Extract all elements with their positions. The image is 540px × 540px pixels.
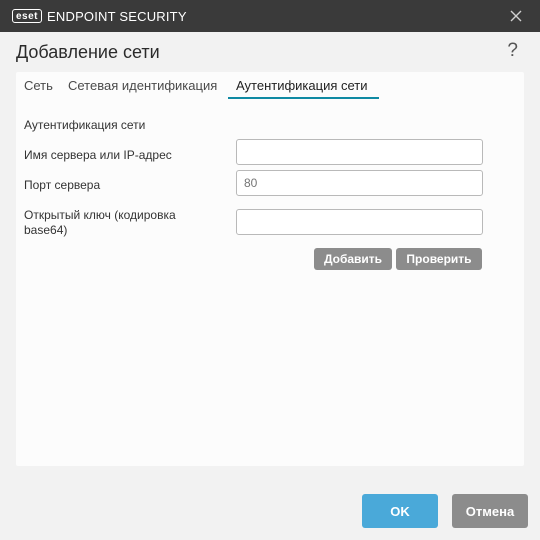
dialog-title: Добавление сети	[16, 42, 160, 62]
ok-button[interactable]: OK	[362, 494, 438, 528]
server-port-label: Порт сервера	[24, 178, 101, 192]
public-key-input[interactable]	[236, 209, 483, 235]
help-icon[interactable]: ?	[507, 40, 518, 62]
content-panel: Сеть Сетевая идентификация Аутентификаци…	[16, 72, 524, 466]
server-name-label: Имя сервера или IP-адрес	[24, 148, 172, 162]
eset-logo: eset ENDPOINT SECURITY	[12, 8, 187, 24]
title-bar: eset ENDPOINT SECURITY	[0, 0, 540, 32]
active-tab-indicator	[228, 97, 379, 99]
close-icon	[510, 10, 522, 22]
check-button[interactable]: Проверить	[396, 248, 482, 270]
public-key-label-line2: base64)	[24, 223, 68, 237]
logo-badge: eset	[12, 9, 43, 23]
tab-network[interactable]: Сеть	[24, 78, 53, 93]
add-button[interactable]: Добавить	[314, 248, 392, 270]
cancel-button[interactable]: Отмена	[452, 494, 528, 528]
public-key-label: Открытый ключ (кодировка base64)	[24, 208, 176, 238]
close-button[interactable]	[506, 6, 526, 26]
tab-network-identification[interactable]: Сетевая идентификация	[68, 78, 217, 93]
public-key-label-line1: Открытый ключ (кодировка	[24, 208, 176, 222]
app-name: ENDPOINT SECURITY	[47, 8, 187, 24]
server-name-input[interactable]	[236, 139, 483, 165]
server-port-input[interactable]	[236, 170, 483, 196]
section-heading: Аутентификация сети	[24, 118, 146, 132]
tab-network-authentication[interactable]: Аутентификация сети	[236, 78, 368, 93]
